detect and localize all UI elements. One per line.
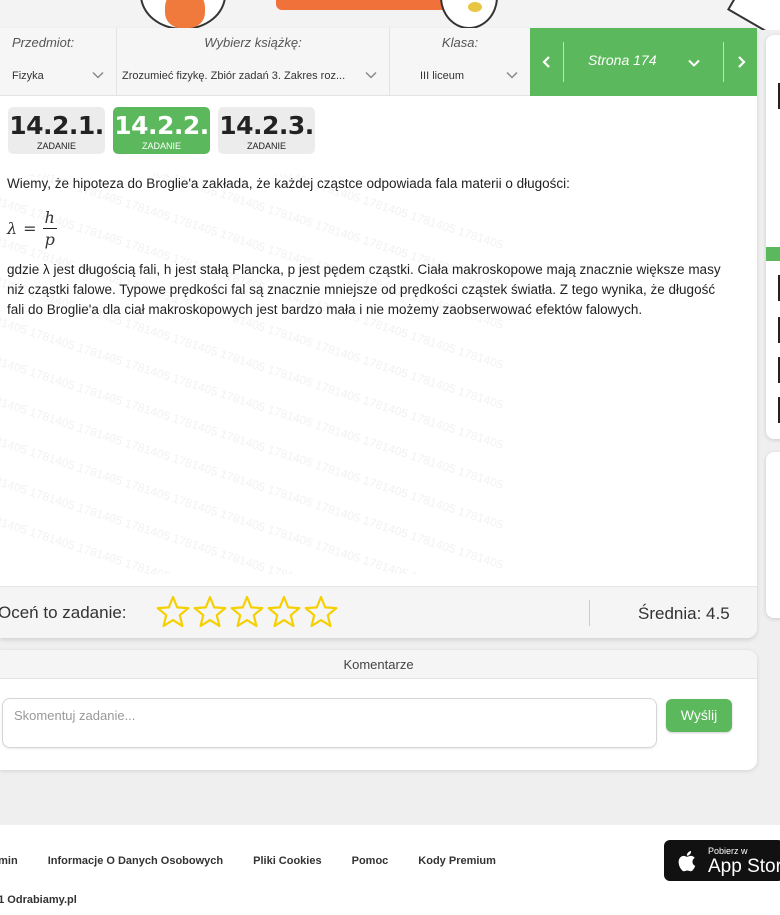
prev-page-button[interactable] bbox=[530, 42, 564, 82]
book-value: Zrozumieć fizykę. Zbiór zadań 3. Zakres … bbox=[122, 70, 346, 82]
footer-link-privacy[interactable]: Informacje O Danych Osobowych bbox=[48, 855, 223, 867]
footer-link-regulamin[interactable]: amin bbox=[0, 855, 18, 867]
task-label: ZADANIE bbox=[36, 141, 76, 151]
chevron-left-icon bbox=[541, 56, 550, 68]
next-page-button[interactable] bbox=[723, 42, 757, 82]
formula: λ = h p bbox=[7, 204, 727, 252]
formula-denominator: p bbox=[44, 229, 55, 249]
task-tab-14-2-2[interactable]: 14.2.2. ZADANIE bbox=[113, 107, 210, 154]
app-store-badge[interactable]: Pobierz w App Store bbox=[664, 840, 780, 881]
app-store-subtitle: Pobierz w bbox=[708, 846, 748, 856]
send-comment-button[interactable]: Wyślij bbox=[666, 699, 732, 732]
header-decoration bbox=[0, 0, 780, 30]
task-card: Przedmiot: Fizyka Wybierz książkę: Zrozu… bbox=[0, 28, 757, 638]
chevron-down-icon bbox=[505, 68, 519, 82]
task-number: 14.2.3. bbox=[219, 111, 314, 140]
task-label: ZADANIE bbox=[246, 141, 286, 151]
star-icon[interactable] bbox=[230, 595, 264, 629]
formula-eq: = bbox=[23, 218, 37, 238]
rating-average: Średnia: 4.5 bbox=[638, 604, 730, 623]
chevron-down-icon bbox=[91, 68, 105, 82]
rating-divider bbox=[589, 600, 590, 626]
chevron-right-icon bbox=[737, 56, 746, 68]
solution-paragraph: gdzie λ jest długością fali, h jest stał… bbox=[7, 262, 721, 317]
class-label: Klasa: bbox=[441, 35, 479, 50]
brain-icon bbox=[165, 0, 205, 28]
rating-bar: Oceń to zadanie: Średnia: 4.5 bbox=[0, 586, 757, 638]
solution-paragraph: Wiemy, że hipoteza do Broglie'a zakłada,… bbox=[7, 176, 570, 191]
apple-icon bbox=[678, 851, 696, 872]
task-tab-14-2-3[interactable]: 14.2.3. ZADANIE bbox=[218, 107, 315, 154]
comments-header: Komentarze bbox=[0, 650, 757, 679]
app-store-title: App Store bbox=[708, 856, 780, 877]
star-icon[interactable] bbox=[193, 595, 227, 629]
task-tab-14-2-1[interactable]: 14.2.1. ZADANIE bbox=[8, 107, 105, 154]
subject-label: Przedmiot: bbox=[12, 35, 75, 50]
formula-lhs: λ bbox=[7, 218, 18, 238]
header-orange-button[interactable] bbox=[276, 0, 466, 10]
class-select[interactable]: Klasa: III liceum bbox=[390, 28, 530, 96]
page-navigator: Strona 174 bbox=[530, 28, 757, 96]
rating-stars bbox=[156, 595, 338, 629]
book-label: Wybierz książkę: bbox=[204, 35, 302, 50]
decoration-dot bbox=[468, 2, 482, 12]
star-icon[interactable] bbox=[156, 595, 190, 629]
chevron-down-icon[interactable] bbox=[687, 55, 701, 74]
formula-numerator: h bbox=[44, 207, 55, 227]
task-number: 14.2.2. bbox=[114, 111, 209, 140]
star-icon[interactable] bbox=[304, 595, 338, 629]
solution-content: 1781405 1781405 1781405 1781405 1781405 … bbox=[0, 174, 727, 574]
decoration-shape bbox=[727, 0, 780, 30]
rating-label: Oceń to zadanie: bbox=[0, 603, 127, 622]
comment-input[interactable]: Skomentuj zadanie... bbox=[2, 698, 657, 748]
comments-section: Komentarze Skomentuj zadanie... Wyślij bbox=[0, 650, 757, 770]
task-number: 14.2.1. bbox=[9, 111, 104, 140]
page-select[interactable]: Strona 174 bbox=[588, 52, 657, 68]
copyright: 21 Odrabiamy.pl bbox=[0, 894, 77, 906]
footer: amin Informacje O Danych Osobowych Pliki… bbox=[0, 825, 780, 915]
star-icon[interactable] bbox=[267, 595, 301, 629]
class-value: III liceum bbox=[420, 70, 465, 82]
footer-links: amin Informacje O Danych Osobowych Pliki… bbox=[0, 855, 526, 867]
side-panel-secondary bbox=[766, 452, 780, 618]
book-select[interactable]: Wybierz książkę: Zrozumieć fizykę. Zbiór… bbox=[117, 28, 390, 96]
subject-value: Fizyka bbox=[12, 70, 44, 82]
task-label: ZADANIE bbox=[141, 141, 181, 151]
footer-link-premium-codes[interactable]: Kody Premium bbox=[418, 855, 496, 867]
footer-link-help[interactable]: Pomoc bbox=[352, 855, 389, 867]
footer-link-cookies[interactable]: Pliki Cookies bbox=[253, 855, 321, 867]
side-panel bbox=[766, 35, 780, 439]
side-panel-accent bbox=[766, 247, 780, 261]
chevron-down-icon bbox=[364, 68, 378, 82]
formula-fraction: h p bbox=[42, 207, 57, 249]
task-tabs: 14.2.1. ZADANIE 14.2.2. ZADANIE 14.2.3. … bbox=[8, 107, 315, 154]
selector-bar: Przedmiot: Fizyka Wybierz książkę: Zrozu… bbox=[0, 28, 757, 96]
subject-select[interactable]: Przedmiot: Fizyka bbox=[0, 28, 117, 96]
